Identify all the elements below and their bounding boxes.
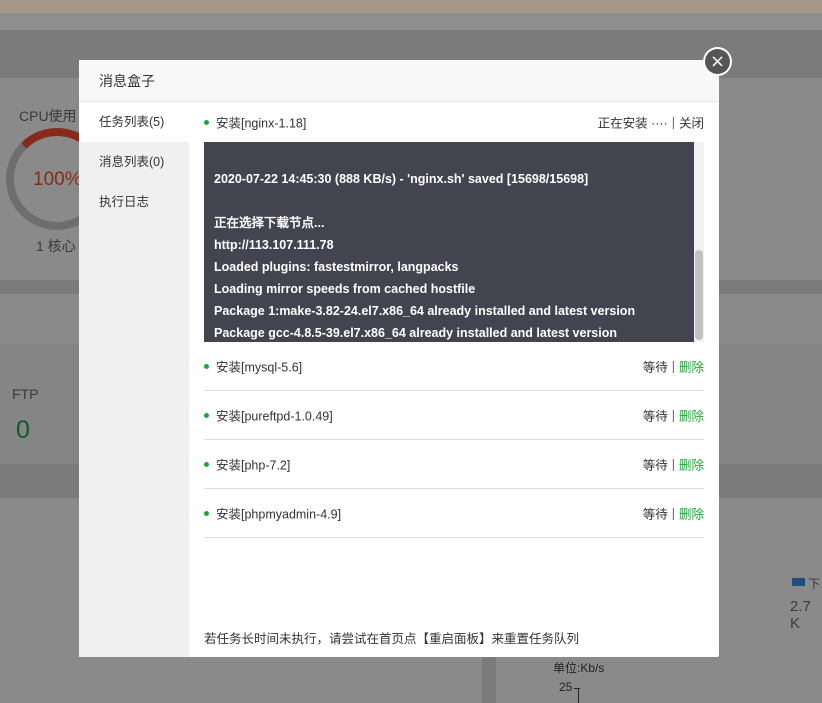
task-status: 等待 [642,458,668,473]
axis-line [578,688,579,703]
task-row: 安装[php-7.2] 等待 | 删除 [204,440,704,489]
unit-label: 单位:Kb/s [553,661,605,675]
task-close-link[interactable]: 关闭 [679,113,704,132]
net-value: 2.7 K [790,598,811,632]
log-line: http://113.107.111.78 [214,238,334,252]
sidebar-item-message-list[interactable]: 消息列表(0) [79,142,189,182]
sidebar-item-execution-log[interactable]: 执行日志 [79,182,189,222]
task-row: 安装[phpmyadmin-4.9] 等待 | 删除 [204,489,704,538]
task-name: 安装[pureftpd-1.0.49] [216,409,333,424]
task-name: 安装[phpmyadmin-4.9] [216,507,342,522]
close-icon: × [705,49,730,74]
task-name: 安装[php-7.2] [216,458,291,473]
status-dot [204,413,209,418]
axis-tick: 25 [559,680,573,694]
modal-title: 消息盒子 [99,72,155,89]
task-delete-link[interactable]: 删除 [679,406,704,425]
separator: | [671,359,675,373]
task-actions: 等待 | 删除 [643,455,704,474]
install-log[interactable]: 2020-07-22 14:45:30 (888 KB/s) - 'nginx.… [204,142,704,342]
cpu-cores: 1 核心 [36,238,76,254]
task-row: 安装[nginx-1.18] 正在安装 ···· | 关闭 [204,102,704,142]
message-box-modal: 消息盒子 任务列表(5) 消息列表(0) 执行日志 安装[nginx-1.18]… [79,60,719,657]
log-line: 正在选择下载节点... [214,216,325,230]
task-actions: 正在安装 ···· | 关闭 [598,113,704,132]
log-scrollbar-thumb[interactable] [695,250,703,340]
task-name: 安装[mysql-5.6] [216,360,303,375]
task-queue-tip: 若任务长时间未执行，请尝试在首页点【重启面板】来重置任务队列 [204,632,580,646]
separator: | [671,506,675,520]
status-dot [204,364,209,369]
modal-sidebar: 任务列表(5) 消息列表(0) 执行日志 [79,102,189,657]
header-band [0,13,822,30]
ftp-label: FTP [12,386,39,402]
separator: | [671,115,675,129]
task-delete-link[interactable]: 删除 [679,455,704,474]
log-line: Package gcc-4.8.5-39.el7.x86_64 already … [214,326,618,340]
task-name: 安装[nginx-1.18] [216,116,307,131]
task-status: 等待 [642,409,668,424]
axis-tick-mark [574,688,580,689]
task-status: 等待 [642,507,668,522]
task-actions: 等待 | 删除 [643,406,704,425]
task-row: 安装[mysql-5.6] 等待 | 删除 [204,342,704,391]
task-delete-link[interactable]: 删除 [679,357,704,376]
legend-label: 下 [808,577,821,591]
task-list: 安装[nginx-1.18] 正在安装 ···· | 关闭 2020-07-22… [204,102,704,657]
status-dot [204,462,209,467]
log-line: 2020-07-22 14:45:30 (888 KB/s) - 'nginx.… [214,172,589,186]
log-line: Package 1:make-3.82-24.el7.x86_64 alread… [214,304,636,318]
task-status: 等待 [642,360,668,375]
modal-header: 消息盒子 [79,60,719,102]
log-line: Loading mirror speeds from cached hostfi… [214,282,476,296]
task-actions: 等待 | 删除 [643,357,704,376]
log-line: Loaded plugins: fastestmirror, langpacks [214,260,459,274]
separator: | [671,457,675,471]
modal-close-button[interactable]: × [703,47,732,76]
cpu-value: 100% [33,169,82,190]
ftp-value: 0 [16,416,30,444]
task-row: 安装[pureftpd-1.0.49] 等待 | 删除 [204,391,704,440]
cpu-label: CPU使用 [19,108,77,124]
status-dot [204,120,209,125]
status-dot [204,511,209,516]
top-bar [0,0,822,13]
task-delete-link[interactable]: 删除 [679,504,704,523]
task-status: 正在安装 ···· [597,116,668,131]
legend-swatch [792,578,805,586]
separator: | [671,408,675,422]
sidebar-item-task-list[interactable]: 任务列表(5) [79,102,189,142]
log-scrollbar[interactable] [694,142,704,342]
task-actions: 等待 | 删除 [643,504,704,523]
